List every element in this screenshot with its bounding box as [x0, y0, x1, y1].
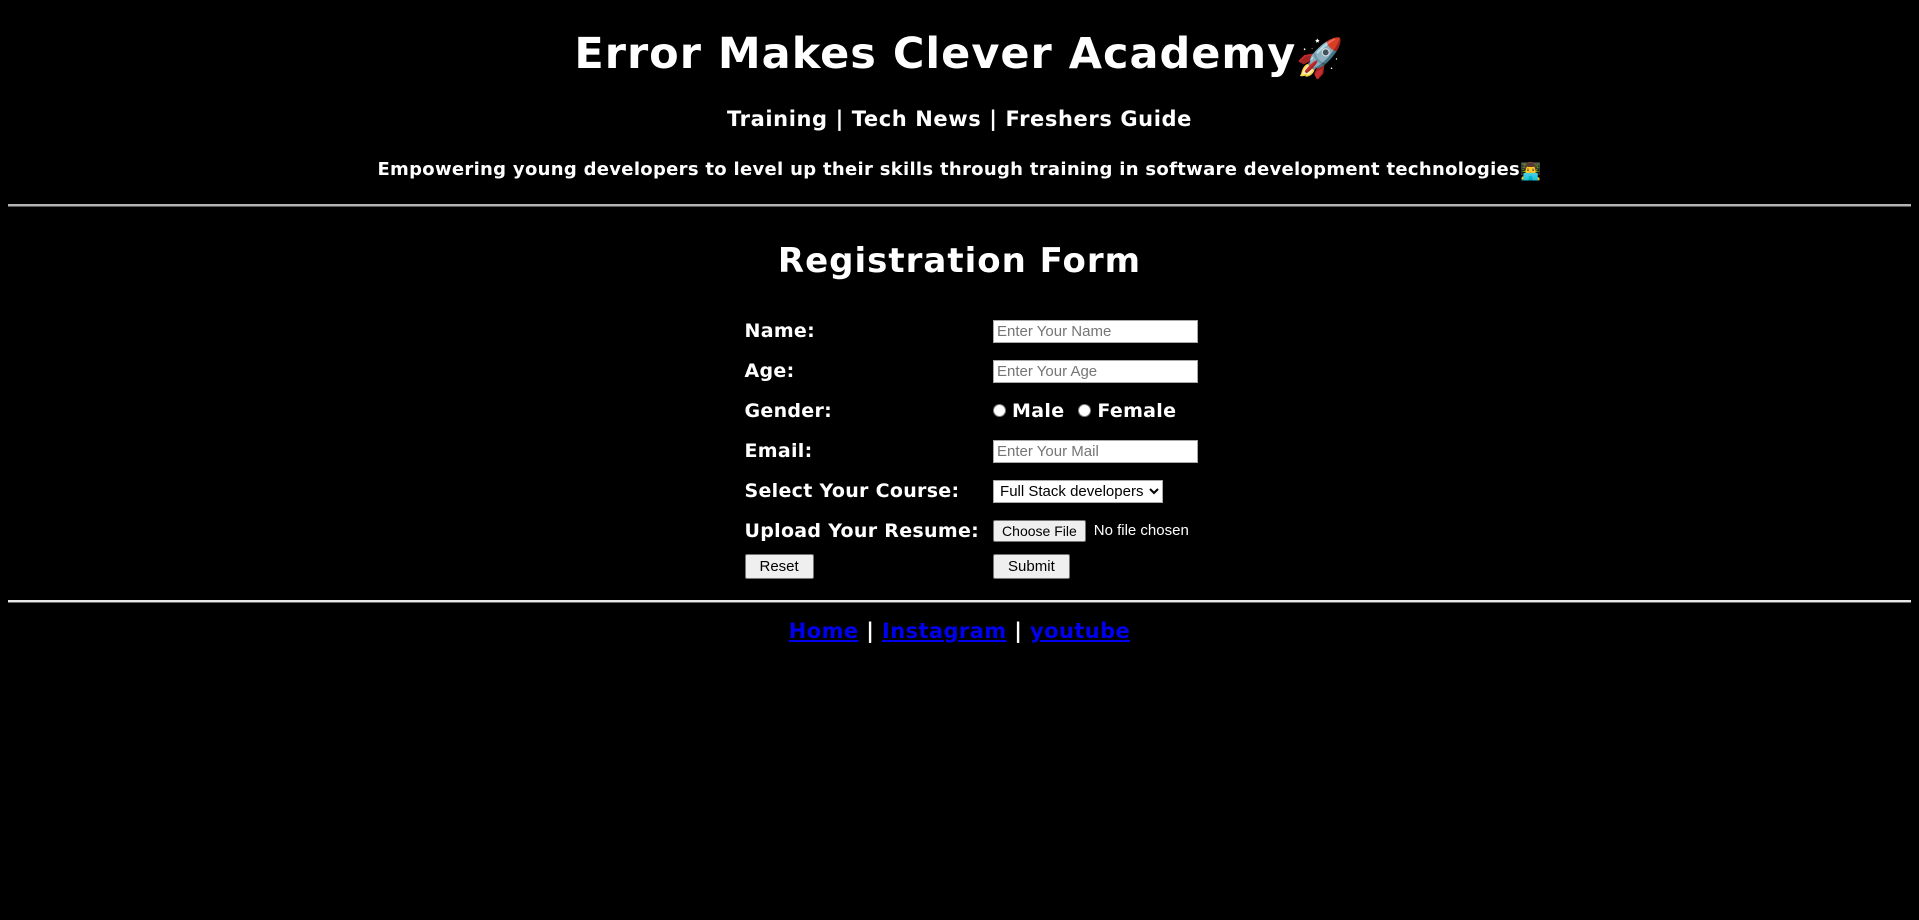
form-row-email: Email: [745, 431, 1199, 471]
name-label: Name: [744, 319, 816, 342]
footer-separator-2: | [1006, 618, 1031, 643]
resume-field-cell: Choose File No file chosen [993, 511, 1198, 551]
gender-radio-group: Male Female [993, 400, 1198, 422]
choose-file-button[interactable]: Choose File [993, 519, 1086, 542]
person-at-computer-icon: 👨‍💻 [1520, 161, 1542, 182]
nav-links[interactable]: Training | Tech News | Freshers Guide [8, 107, 1911, 131]
nav-line-text[interactable]: Training | Tech News | Freshers Guide [727, 107, 1192, 131]
site-footer: Home | Instagram | youtube [8, 619, 1911, 643]
page-title-text: Error Makes Clever Academy [574, 29, 1297, 79]
file-status-text: No file chosen [1093, 522, 1189, 540]
form-row-resume: Upload Your Resume: Choose File No file … [745, 511, 1199, 551]
registration-form: Name: Age: Gender: Male Fe [744, 311, 1199, 582]
gender-field-cell: Male Female [993, 391, 1198, 431]
form-fields-table: Name: Age: Gender: Male Fe [744, 311, 1199, 582]
file-upload-control: Choose File No file chosen [993, 519, 1198, 542]
gender-label: Gender: [744, 399, 833, 422]
name-field-cell [993, 311, 1199, 351]
form-row-age: Age: [745, 351, 1199, 391]
footer-link-home[interactable]: Home [789, 619, 859, 643]
email-label: Email: [744, 439, 813, 462]
reset-button-cell: Reset [744, 551, 994, 582]
footer-divider [8, 599, 1911, 603]
rocket-icon: 🚀 [1296, 36, 1345, 80]
header-divider [8, 203, 1911, 207]
resume-label: Upload Your Resume: [744, 519, 980, 542]
email-input[interactable] [993, 439, 1199, 463]
form-heading: Registration Form [777, 240, 1142, 281]
name-input[interactable] [993, 319, 1199, 343]
submit-button[interactable]: Submit [993, 553, 1070, 579]
page-title: Error Makes Clever Academy🚀 [8, 29, 1911, 81]
gender-male-radio[interactable] [993, 404, 1007, 418]
reset-button[interactable]: Reset [744, 553, 814, 579]
footer-separator-1: | [858, 618, 883, 643]
age-input[interactable] [993, 359, 1199, 383]
course-field-cell: Full Stack developers [993, 471, 1198, 511]
site-tagline: Empowering young developers to level up … [8, 159, 1911, 182]
course-select[interactable]: Full Stack developers [993, 479, 1164, 503]
footer-link-youtube[interactable]: youtube [1030, 619, 1130, 643]
gender-female-radio[interactable] [1078, 404, 1092, 418]
form-row-name: Name: [745, 311, 1199, 351]
course-label: Select Your Course: [744, 479, 960, 502]
email-field-cell [993, 431, 1199, 471]
gender-male-label[interactable]: Male [1012, 400, 1064, 422]
submit-button-cell: Submit [993, 551, 1198, 582]
age-field-cell [993, 351, 1199, 391]
gender-female-label[interactable]: Female [1097, 400, 1176, 422]
form-row-actions: Reset Submit [744, 551, 1199, 582]
age-label: Age: [744, 359, 795, 382]
form-row-gender: Gender: Male Female [745, 391, 1199, 431]
form-row-course: Select Your Course: Full Stack developer… [745, 471, 1199, 511]
footer-link-instagram[interactable]: Instagram [882, 619, 1007, 643]
site-header: Error Makes Clever Academy🚀 Training | T… [8, 29, 1911, 182]
tagline-text: Empowering young developers to level up … [377, 158, 1521, 180]
